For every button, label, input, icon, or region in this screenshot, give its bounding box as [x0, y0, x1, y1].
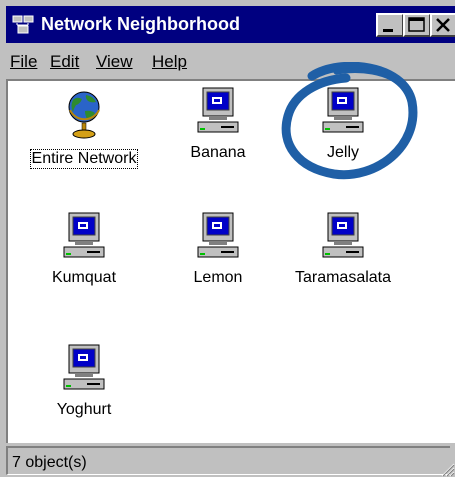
computer-icon [197, 87, 239, 133]
close-button[interactable] [430, 13, 455, 37]
menu-edit-label: Edit [50, 52, 80, 71]
minimize-button[interactable] [376, 13, 404, 37]
item-label-lemon: Lemon [193, 269, 243, 286]
highlight-circle-annotation [281, 62, 418, 180]
window-title: Network Neighborhood [41, 14, 240, 34]
menu-file-label: File [10, 52, 38, 71]
item-label-kumquat: Kumquat [51, 269, 117, 286]
item-taramasalata[interactable]: Taramasalata [278, 211, 408, 287]
resize-grip-icon[interactable] [439, 461, 455, 477]
maximize-icon [408, 17, 425, 32]
item-banana[interactable]: Banana [153, 86, 283, 162]
item-lemon[interactable]: Lemon [153, 211, 283, 287]
menu-view[interactable]: View [96, 52, 133, 72]
item-kumquat[interactable]: Kumquat [19, 211, 149, 287]
maximize-button[interactable] [403, 13, 431, 37]
menu-view-label: View [96, 52, 133, 71]
menu-file[interactable]: File [10, 52, 37, 72]
network-neighborhood-icon [12, 15, 34, 34]
title-bar[interactable]: Network Neighborhood [6, 6, 455, 43]
computer-icon [63, 212, 105, 258]
globe-icon [68, 91, 100, 139]
item-entire-network[interactable]: Entire Network [19, 86, 149, 169]
item-label-taramasalata: Taramasalata [294, 269, 392, 286]
close-icon [436, 18, 450, 32]
computer-icon [322, 212, 364, 258]
status-text: 7 object(s) [6, 446, 450, 475]
item-label-yoghurt: Yoghurt [56, 401, 112, 418]
menu-help[interactable]: Help [152, 52, 187, 72]
item-label-entire-network: Entire Network [29, 149, 139, 169]
minimize-icon [383, 29, 393, 32]
menu-help-label: Help [152, 52, 187, 71]
network-neighborhood-window: Network Neighborhood File Edit View Help [0, 0, 455, 477]
computer-icon [197, 212, 239, 258]
menu-edit[interactable]: Edit [50, 52, 79, 72]
status-bar: 7 object(s) [6, 446, 455, 477]
item-label-banana: Banana [190, 144, 246, 161]
item-yoghurt[interactable]: Yoghurt [19, 343, 149, 419]
computer-icon [63, 344, 105, 390]
